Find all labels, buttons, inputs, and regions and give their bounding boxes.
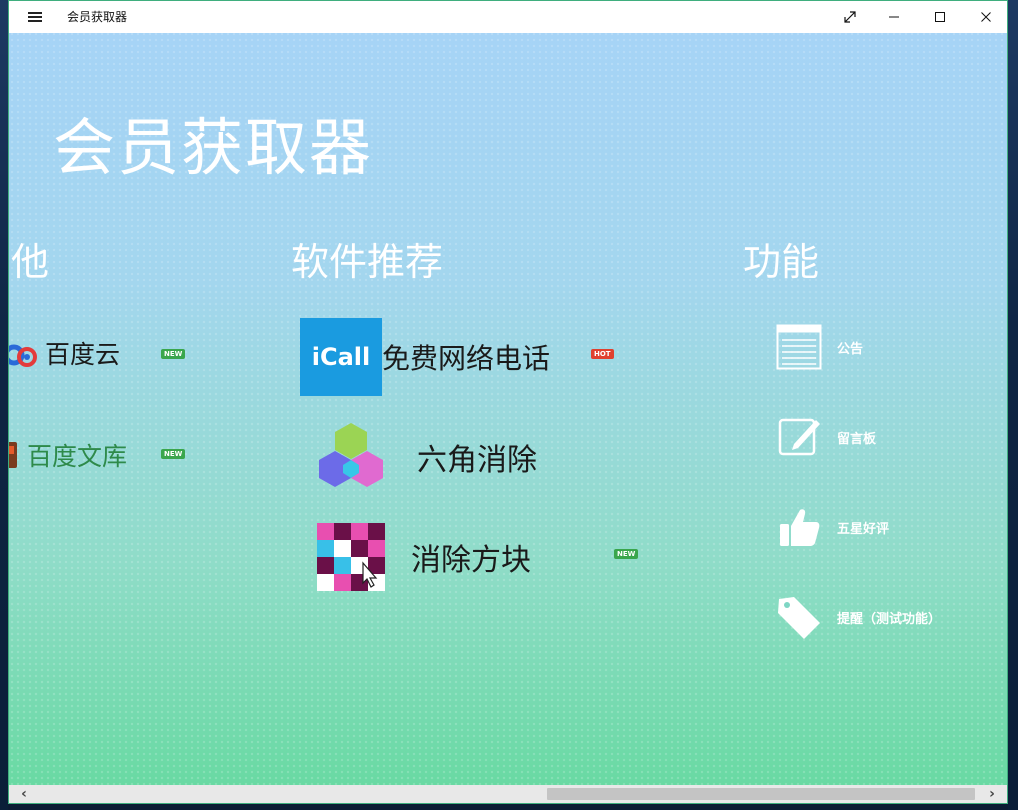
block-game-tile[interactable]: 消除方块: [317, 523, 531, 591]
icall-logo-text: iCall: [311, 343, 371, 371]
baidu-cloud-label: 百度云: [45, 340, 121, 369]
new-badge: NEW: [161, 449, 186, 459]
close-button[interactable]: [963, 1, 1007, 33]
minimize-icon: [889, 16, 899, 18]
hamburger-icon: [28, 12, 42, 22]
horizontal-scrollbar[interactable]: ‹ ›: [9, 785, 1007, 803]
expand-diagonal-icon: [844, 11, 856, 23]
notice-board-icon: [775, 323, 823, 371]
new-badge: NEW: [614, 549, 639, 559]
reminder-label: 提醒（测试功能）: [837, 611, 942, 627]
page-title: 会员获取器: [53, 111, 374, 184]
section-title-functions: 功能: [743, 240, 820, 284]
chevron-right-icon: ›: [989, 786, 995, 802]
baidu-cloud-logo: [9, 344, 37, 367]
baidu-wenku-logo: [9, 442, 17, 468]
notice-button[interactable]: 公告: [775, 323, 863, 371]
icall-logo: iCall: [300, 318, 382, 396]
five-star-review-button[interactable]: 五星好评: [775, 503, 889, 551]
maximize-icon: [935, 12, 945, 22]
hexagon-game-tile[interactable]: 六角消除: [315, 421, 537, 493]
app-window: 会员获取器 会员获取器 其他 软件推荐 功能: [8, 0, 1008, 804]
thumbs-up-icon: [775, 503, 823, 551]
chevron-left-icon: ‹: [21, 786, 27, 802]
baidu-cloud-tile[interactable]: 百度云: [9, 335, 121, 371]
hamburger-menu-button[interactable]: [19, 1, 51, 33]
baidu-wenku-tile[interactable]: 百度文库: [9, 437, 128, 473]
desktop-background-right: [1008, 0, 1018, 810]
baidu-wenku-label: 百度文库: [27, 442, 128, 471]
reminder-button[interactable]: 提醒（测试功能）: [775, 593, 941, 641]
section-title-other: 其他: [9, 240, 50, 284]
new-badge: NEW: [161, 349, 186, 359]
scroll-left-button[interactable]: ‹: [13, 785, 35, 803]
note-pencil-icon: [775, 413, 823, 461]
five-star-review-label: 五星好评: [837, 521, 890, 537]
tag-icon: [775, 593, 823, 641]
message-board-label: 留言板: [837, 431, 877, 447]
scroll-right-button[interactable]: ›: [981, 785, 1003, 803]
notice-label: 公告: [837, 341, 864, 357]
scrollbar-thumb[interactable]: [547, 788, 975, 800]
fullscreen-button[interactable]: [827, 1, 873, 33]
section-title-recommend: 软件推荐: [291, 240, 444, 284]
icall-label: 免费网络电话: [382, 342, 551, 375]
hexagon-game-label: 六角消除: [417, 443, 537, 478]
close-icon: [981, 12, 991, 22]
hexagon-game-icon: [319, 423, 383, 487]
block-game-label: 消除方块: [411, 543, 531, 578]
hot-badge: HOT: [591, 349, 614, 359]
message-board-button[interactable]: 留言板: [775, 413, 876, 461]
desktop-background-left: [0, 0, 8, 810]
icall-tile[interactable]: iCall 免费网络电话: [300, 318, 550, 396]
minimize-button[interactable]: [871, 1, 917, 33]
block-game-icon: [317, 523, 385, 591]
window-title: 会员获取器: [67, 10, 128, 24]
title-bar: 会员获取器: [9, 1, 1007, 33]
maximize-button[interactable]: [917, 1, 963, 33]
